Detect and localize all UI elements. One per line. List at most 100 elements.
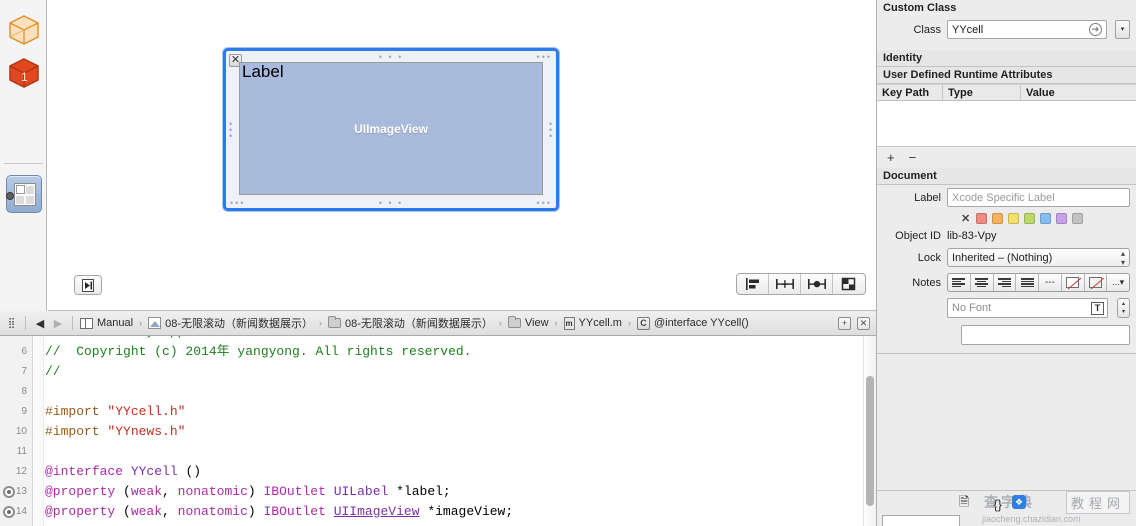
breadcrumb-label: @interface YYcell() [653,317,749,329]
jump-bar[interactable]: ⣿ ◀ ▶ Manual › 08-无限滚动（新闻数据展示） › 08-无限滚动… [0,311,876,336]
align-left-button[interactable] [948,274,971,291]
swatch-gray[interactable] [1072,213,1084,224]
line-number[interactable]: 9 [0,402,32,422]
resizing-behavior-button[interactable] [833,274,865,294]
breadcrumb-item-symbol[interactable]: C @interface YYcell() [635,316,751,330]
code-token: #import [45,424,108,439]
align-justify-button[interactable] [1016,274,1039,291]
code-line[interactable]: // [45,362,876,382]
source-editor[interactable]: 567891011121314 // Created by apple on 1… [0,336,876,526]
notes-text-area[interactable] [961,325,1130,345]
swatch-yellow[interactable] [1008,213,1020,224]
align-center-button[interactable] [971,274,994,291]
column-key-path[interactable]: Key Path [877,85,943,100]
resize-handle-top-right[interactable]: ••• [537,53,552,62]
lock-popup-button[interactable]: Inherited – (Nothing) ▴ ▾ [947,248,1130,267]
related-items-icon[interactable]: ⣿ [4,318,20,329]
add-attribute-button[interactable]: + [887,150,895,165]
close-editor-button[interactable]: ✕ [857,316,870,330]
class-dropdown-button[interactable]: ▾ [1115,20,1130,39]
line-number[interactable]: 12 [0,462,32,482]
background-color-button[interactable] [1085,274,1108,291]
resize-handle-bottom-left[interactable]: ••• [230,199,245,208]
jump-to-definition-icon[interactable]: ➔ [1089,23,1102,36]
font-panel-icon[interactable]: T [1091,301,1104,315]
notes-format-segmented-control[interactable]: --- ...▾ [947,273,1130,292]
inspector-bottom-field[interactable] [882,515,960,526]
iboutlet-connection-icon[interactable] [3,506,15,518]
line-number[interactable]: 11 [0,442,32,462]
code-text-area[interactable]: // Created by apple on 14-8-5. // Copyrig… [45,336,876,526]
braces-icon[interactable]: {} [993,497,1002,512]
autolayout-toolbar[interactable] [736,273,866,295]
code-line[interactable]: @property (weak, nonatomic) IBOutlet UIL… [45,482,876,502]
line-number[interactable]: 6 [0,342,32,362]
resize-handle-top[interactable]: • • • [379,53,403,62]
line-number[interactable]: 7 [0,362,32,382]
document-icon[interactable]: 🗎 [959,493,969,515]
editor-scrollbar-track[interactable] [863,336,876,526]
font-size-stepper[interactable]: ▴ ▾ [1117,298,1130,318]
editor-scrollbar-thumb[interactable] [866,376,874,506]
no-color-icon[interactable]: ✕ [961,212,970,225]
breadcrumb-item-view[interactable]: View [506,316,551,329]
line-number-gutter[interactable]: 567891011121314 [0,336,33,526]
uiimageview-placeholder[interactable]: Label UIImageView [239,62,543,195]
resize-handle-bottom-right[interactable]: ••• [537,199,552,208]
breadcrumb-item-group[interactable]: 08-无限滚动（新闻数据展示） [326,315,495,331]
text-color-button[interactable] [1062,274,1085,291]
code-line[interactable] [45,442,876,462]
breadcrumb-item-file[interactable]: m YYcell.m [562,316,624,330]
code-line[interactable]: // Copyright (c) 2014年 yangyong. All rig… [45,342,876,362]
code-line[interactable]: @interface YYcell () [45,462,876,482]
iboutlet-connection-icon[interactable] [3,486,15,498]
line-number[interactable]: 10 [0,422,32,442]
swatch-red[interactable] [976,213,988,224]
class-label: Class [913,23,941,36]
column-value[interactable]: Value [1021,85,1136,100]
document-label-input[interactable]: Xcode Specific Label [947,188,1130,207]
notes-more-button[interactable]: ...▾ [1107,274,1129,291]
breadcrumb-item-manual[interactable]: Manual [78,317,135,329]
code-line[interactable]: #import "YYcell.h" [45,402,876,422]
pin-button[interactable] [769,274,801,294]
object-library-icon[interactable] [6,175,42,213]
code-line[interactable]: @property (weak, nonatomic) IBOutlet UII… [45,502,876,522]
back-button[interactable]: ◀ [31,317,49,330]
breadcrumb-item-project[interactable]: 08-无限滚动（新闻数据展示） [146,315,315,331]
file-template-library-icon[interactable] [6,12,42,48]
resolve-issues-button[interactable] [801,274,833,294]
swatch-green[interactable] [1024,213,1036,224]
swatch-orange[interactable] [992,213,1004,224]
swatch-purple[interactable] [1056,213,1068,224]
code-snippet-library-icon[interactable]: 1 [6,55,42,91]
line-number[interactable]: 13 [0,482,32,502]
class-input[interactable]: YYcell ➔ [947,20,1107,39]
align-right-button[interactable] [994,274,1017,291]
resize-handle-bottom[interactable]: • • • [379,199,403,208]
chevron-right-icon: › [139,318,143,328]
code-line[interactable] [45,382,876,402]
runtime-attributes-table-body[interactable] [877,101,1136,147]
preview-button[interactable] [74,275,102,295]
resize-handle-left[interactable]: ••• [229,119,233,140]
selected-table-view-cell[interactable]: ✕ • • • ••• ••• ••• ••• • • • ••• Label … [223,48,559,211]
resize-handle-right[interactable]: ••• [549,119,553,140]
code-token: @property [45,504,124,519]
dashes-button[interactable]: --- [1039,274,1062,291]
column-type[interactable]: Type [943,85,1021,100]
line-number[interactable]: 14 [0,502,32,522]
interface-builder-canvas[interactable]: ✕ • • • ••• ••• ••• ••• • • • ••• Label … [48,0,876,311]
remove-attribute-button[interactable]: − [909,150,917,165]
uilabel-text[interactable]: Label [242,62,284,82]
forward-button[interactable]: ▶ [49,317,67,330]
line-number[interactable]: 8 [0,382,32,402]
align-button[interactable] [737,274,769,294]
notes-font-field[interactable]: No Font T [947,298,1108,318]
runtime-attributes-actions: + − [877,147,1136,168]
swatch-blue[interactable] [1040,213,1052,224]
class-icon: C [636,316,650,330]
code-line[interactable]: #import "YYnews.h" [45,422,876,442]
class-value: YYcell [952,23,984,36]
add-editor-button[interactable]: + [838,316,851,330]
